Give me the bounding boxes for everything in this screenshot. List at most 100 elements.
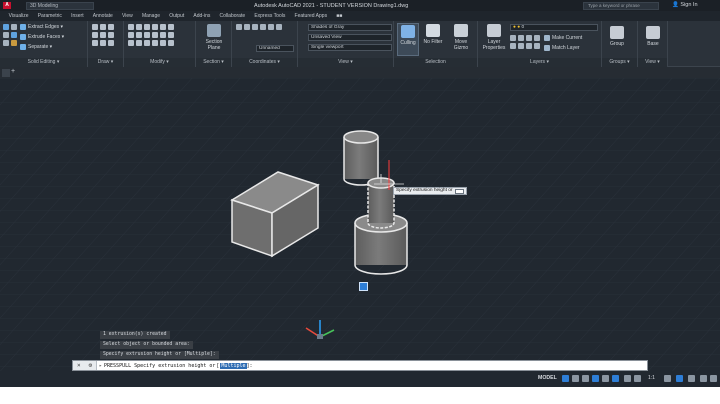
named-view-dropdown[interactable]: Unsaved View <box>308 34 392 41</box>
mirror-icon[interactable] <box>168 24 174 30</box>
move-icon[interactable] <box>128 24 134 30</box>
multiple-option[interactable]: Multiple <box>220 362 247 369</box>
rectangle-icon[interactable] <box>100 32 106 38</box>
snap-icon[interactable] <box>572 375 579 382</box>
rotate-icon[interactable] <box>136 24 142 30</box>
panel-title-section[interactable]: Section ▾ <box>196 58 231 67</box>
tab-collaborate[interactable]: Collaborate <box>215 11 250 21</box>
intersect-icon[interactable] <box>3 32 9 38</box>
ucs-named-dropdown[interactable]: Unnamed <box>256 45 294 52</box>
fillet-icon[interactable] <box>128 32 134 38</box>
wrench-icon[interactable]: ⚙ <box>88 362 92 369</box>
union-icon[interactable] <box>3 24 9 30</box>
workspace-dropdown[interactable]: 3D Modeling <box>26 1 94 10</box>
tab-output[interactable]: Output <box>165 11 189 21</box>
ucs-previous-icon[interactable] <box>252 24 258 30</box>
ortho-icon[interactable] <box>582 375 589 382</box>
3d-rotate-icon[interactable] <box>144 40 150 46</box>
erase-icon[interactable] <box>152 24 158 30</box>
panel-title-selection[interactable]: Selection <box>394 58 477 67</box>
3d-move-icon[interactable] <box>136 40 142 46</box>
layer-unisolate-icon[interactable] <box>518 43 524 49</box>
panel-title-groups[interactable]: Groups ▾ <box>602 58 637 67</box>
sign-in-button[interactable]: 👤 Sign In <box>672 2 698 8</box>
annotation-scale[interactable]: 1:1 <box>648 375 655 381</box>
grid-icon[interactable] <box>562 375 569 382</box>
spline-icon[interactable] <box>92 40 98 46</box>
layer-thaw-icon[interactable] <box>526 43 532 49</box>
tab-featured-apps[interactable]: Featured Apps <box>290 11 332 21</box>
panel-title-solid-editing[interactable]: Solid Editing ▾ <box>0 58 87 67</box>
3d-osnap-icon[interactable] <box>624 375 631 382</box>
line-icon[interactable] <box>92 24 98 30</box>
no-filter-button[interactable]: No Filter <box>421 24 445 45</box>
layer-unlock-icon[interactable] <box>534 43 540 49</box>
panel-title-layers[interactable]: Layers ▾ <box>478 58 601 67</box>
tab-visualize[interactable]: Visualize <box>4 11 33 21</box>
layer-properties-button[interactable]: Layer Properties <box>481 24 507 51</box>
ucs-icon[interactable] <box>236 24 242 30</box>
search-input[interactable]: Type a keyword or phrase <box>583 1 659 10</box>
slice-icon[interactable] <box>11 32 17 38</box>
subtract-icon[interactable] <box>11 24 17 30</box>
arc-icon[interactable] <box>92 32 98 38</box>
osnap-icon[interactable] <box>612 375 619 382</box>
cylinder-back[interactable] <box>343 130 379 186</box>
model-space-button[interactable]: MODEL <box>538 375 557 381</box>
make-current-button[interactable]: Make Current <box>544 35 582 41</box>
workspace-gear-icon[interactable] <box>664 375 671 382</box>
extract-edges-button[interactable]: Extract Edges ▾ <box>20 24 63 30</box>
extrude-grip[interactable] <box>359 282 368 291</box>
layer-freeze-icon[interactable] <box>526 35 532 41</box>
start-tab[interactable] <box>2 68 10 77</box>
explode-icon[interactable] <box>168 32 174 38</box>
panel-title-modify[interactable]: Modify ▾ <box>124 58 195 67</box>
polygon-icon[interactable] <box>108 40 114 46</box>
group-button[interactable]: Group <box>606 26 628 47</box>
panel-title-view[interactable]: View ▾ <box>298 58 393 67</box>
3d-scale-icon[interactable] <box>168 40 174 46</box>
3d-array-icon[interactable] <box>160 40 166 46</box>
layer-off-icon[interactable] <box>510 35 516 41</box>
tab-extra[interactable]: ■■ <box>332 11 347 21</box>
align-icon[interactable] <box>128 40 134 46</box>
annotation-icon[interactable] <box>634 375 641 382</box>
visual-style-dropdown[interactable]: Shades of Gray <box>308 24 392 31</box>
trim-icon[interactable] <box>144 24 150 30</box>
tab-parametric[interactable]: Parametric <box>33 11 66 21</box>
isodraft-icon[interactable] <box>602 375 609 382</box>
ucs-object-icon[interactable] <box>268 24 274 30</box>
tab-annotate[interactable]: Annotate <box>88 11 117 21</box>
culling-button[interactable]: Culling <box>397 23 419 56</box>
height-input[interactable] <box>454 188 464 194</box>
panel-title-view2[interactable]: View ▾ <box>638 58 667 67</box>
isolate-objects-icon[interactable] <box>688 375 695 382</box>
layer-lock-icon[interactable] <box>534 35 540 41</box>
3d-mirror-icon[interactable] <box>152 40 158 46</box>
tab-manage[interactable]: Manage <box>137 11 164 21</box>
ellipse-icon[interactable] <box>108 32 114 38</box>
circle-icon[interactable] <box>108 24 114 30</box>
interfere-icon[interactable] <box>3 40 9 46</box>
ucs-world-icon[interactable] <box>244 24 250 30</box>
stretch-icon[interactable] <box>144 32 150 38</box>
customize-menu-icon[interactable] <box>710 375 717 382</box>
annotation-monitor-icon[interactable] <box>676 375 683 382</box>
layer-dropdown[interactable]: ● ● 0 <box>510 24 598 31</box>
panel-title-coordinates[interactable]: Coordinates ▾ <box>232 58 297 67</box>
command-dropdown-icon[interactable]: ▸ <box>97 363 104 369</box>
panel-title-draw[interactable]: Draw ▾ <box>88 58 123 67</box>
separate-button[interactable]: Separate ▾ <box>20 44 52 50</box>
base-view-button[interactable]: Base <box>642 26 664 47</box>
hatch-icon[interactable] <box>100 40 106 46</box>
cylinder-presspull[interactable] <box>367 174 395 229</box>
offset-icon[interactable] <box>160 32 166 38</box>
polyline-icon[interactable] <box>100 24 106 30</box>
hardware-accel-icon[interactable] <box>700 375 707 382</box>
command-line[interactable]: × ⚙ ▸ PRESSPULL Specify extrusion height… <box>72 360 648 371</box>
app-logo[interactable]: A <box>3 2 11 9</box>
array-icon[interactable] <box>152 32 158 38</box>
tab-view[interactable]: View <box>117 11 137 21</box>
layer-on-icon[interactable] <box>510 43 516 49</box>
close-icon[interactable]: × <box>77 362 81 369</box>
